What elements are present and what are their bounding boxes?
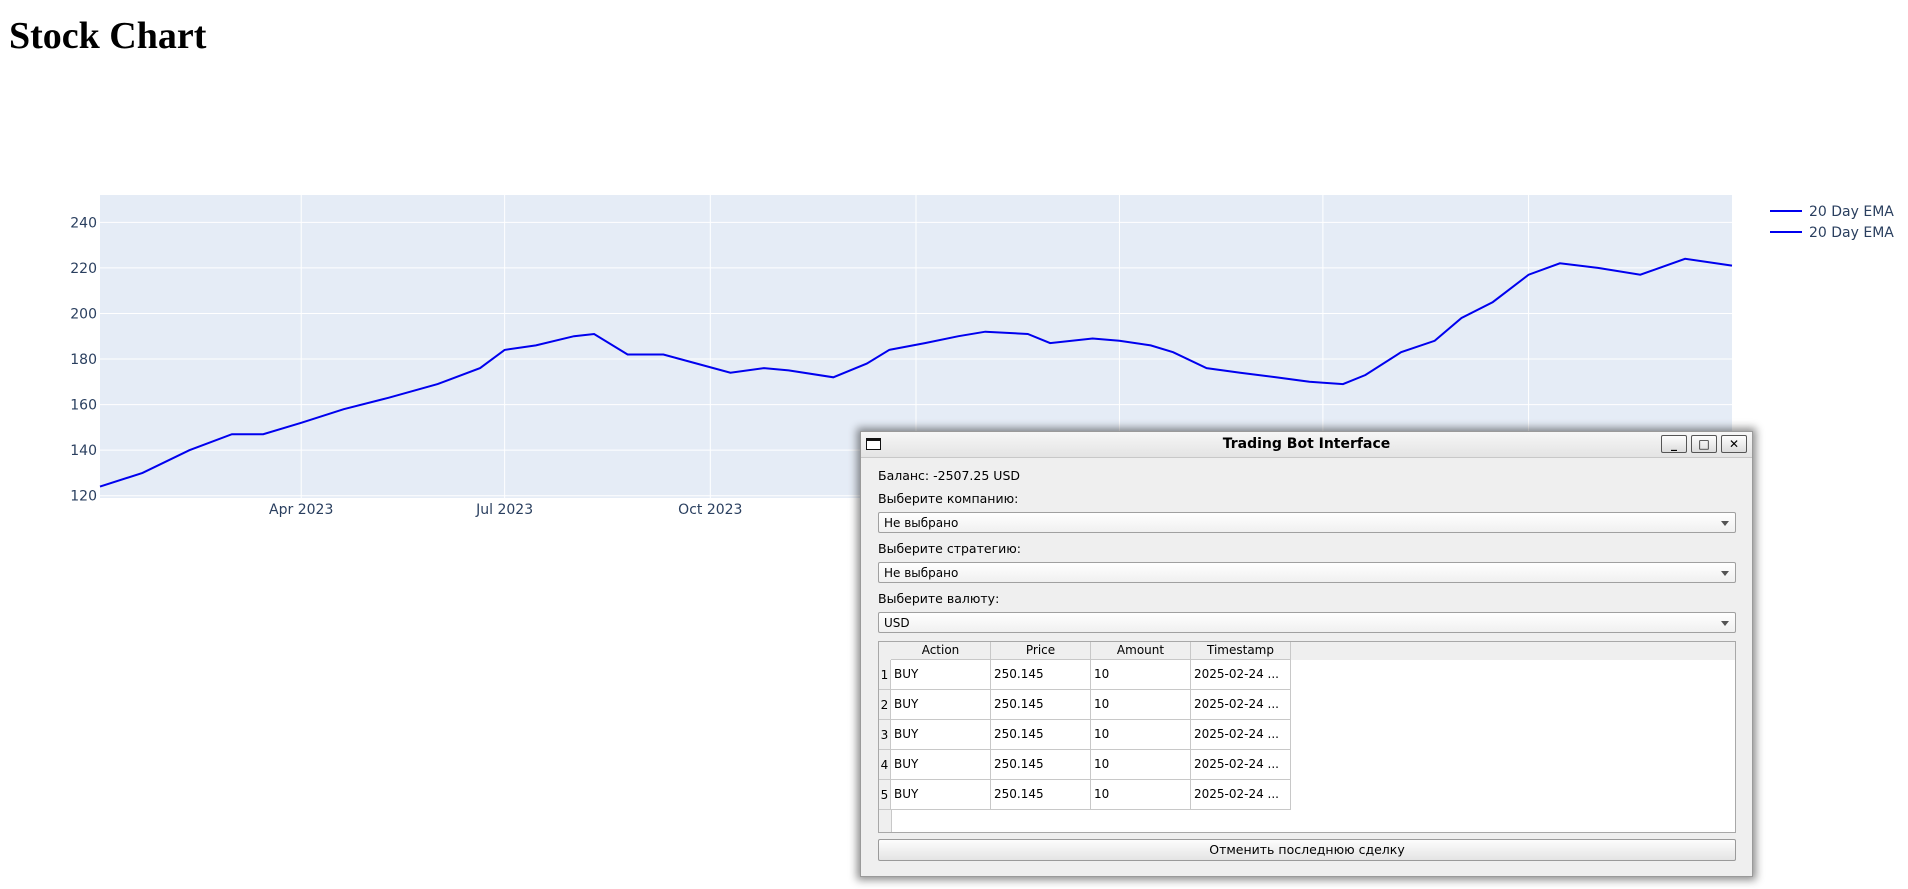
- y-tick-label: 200: [70, 306, 97, 322]
- vertical-header-filler: [879, 810, 892, 832]
- balance-label: Баланс: -2507.25 USD: [878, 468, 1020, 483]
- company-select-value: Не выбрано: [884, 516, 959, 530]
- row-index[interactable]: 1: [879, 660, 891, 690]
- cell-timestamp[interactable]: 2025-02-24 ...: [1191, 690, 1291, 720]
- chevron-down-icon: [1721, 521, 1729, 526]
- x-tick-label: Jul 2023: [475, 502, 533, 518]
- cell-price[interactable]: 250.145: [991, 780, 1091, 810]
- y-tick-label: 140: [70, 443, 97, 459]
- chart-legend[interactable]: 20 Day EMA 20 Day EMA: [1770, 204, 1894, 241]
- column-header-price[interactable]: Price: [991, 642, 1091, 660]
- trades-table[interactable]: Action Price Amount Timestamp 1 BUY 250.…: [878, 641, 1736, 833]
- chevron-down-icon: [1721, 621, 1729, 626]
- legend-item[interactable]: 20 Day EMA: [1770, 225, 1894, 241]
- legend-label: 20 Day EMA: [1809, 204, 1894, 220]
- y-tick-label: 120: [70, 489, 97, 505]
- window-titlebar[interactable]: Trading Bot Interface _ □ ✕: [861, 432, 1752, 458]
- row-index[interactable]: 3: [879, 720, 891, 750]
- cell-amount[interactable]: 10: [1091, 750, 1191, 780]
- cell-price[interactable]: 250.145: [991, 720, 1091, 750]
- cell-action[interactable]: BUY: [891, 660, 991, 690]
- company-label: Выберите компанию:: [878, 491, 1019, 506]
- trading-bot-window[interactable]: Trading Bot Interface _ □ ✕ Баланс: -250…: [860, 431, 1753, 877]
- cell-action[interactable]: BUY: [891, 780, 991, 810]
- minimize-button[interactable]: _: [1661, 435, 1687, 453]
- cell-amount[interactable]: 10: [1091, 660, 1191, 690]
- y-tick-label: 240: [70, 215, 97, 231]
- cell-amount[interactable]: 10: [1091, 720, 1191, 750]
- strategy-label: Выберите стратегию:: [878, 541, 1021, 556]
- maximize-button[interactable]: □: [1691, 435, 1717, 453]
- cancel-last-trade-button[interactable]: Отменить последнюю сделку: [878, 839, 1736, 861]
- window-title: Trading Bot Interface: [1222, 436, 1391, 452]
- currency-select-value: USD: [884, 616, 910, 630]
- y-tick-label: 220: [70, 261, 97, 277]
- y-tick-label: 160: [70, 398, 97, 414]
- table-header: Action Price Amount Timestamp: [879, 642, 1735, 660]
- company-select[interactable]: Не выбрано: [878, 512, 1736, 533]
- window-content: Баланс: -2507.25 USD Выберите компанию: …: [866, 459, 1747, 871]
- column-header-amount[interactable]: Amount: [1091, 642, 1191, 660]
- column-header-timestamp[interactable]: Timestamp: [1191, 642, 1291, 660]
- row-index[interactable]: 4: [879, 750, 891, 780]
- legend-label: 20 Day EMA: [1809, 225, 1894, 241]
- cell-amount[interactable]: 10: [1091, 780, 1191, 810]
- cell-amount[interactable]: 10: [1091, 690, 1191, 720]
- cell-action[interactable]: BUY: [891, 720, 991, 750]
- chevron-down-icon: [1721, 571, 1729, 576]
- x-tick-label: Apr 2023: [269, 502, 333, 518]
- cell-price[interactable]: 250.145: [991, 690, 1091, 720]
- row-index[interactable]: 5: [879, 780, 891, 810]
- cell-timestamp[interactable]: 2025-02-24 ...: [1191, 660, 1291, 690]
- y-tick-label: 180: [70, 352, 97, 368]
- cell-price[interactable]: 250.145: [991, 660, 1091, 690]
- row-index[interactable]: 2: [879, 690, 891, 720]
- cell-timestamp[interactable]: 2025-02-24 ...: [1191, 750, 1291, 780]
- cell-action[interactable]: BUY: [891, 690, 991, 720]
- cell-timestamp[interactable]: 2025-02-24 ...: [1191, 780, 1291, 810]
- column-header-action[interactable]: Action: [891, 642, 991, 660]
- strategy-select-value: Не выбрано: [884, 566, 959, 580]
- x-axis-ticks: Apr 2023 Jul 2023 Oct 2023: [269, 502, 742, 518]
- cell-action[interactable]: BUY: [891, 750, 991, 780]
- x-tick-label: Oct 2023: [678, 502, 742, 518]
- y-axis-ticks: 120 140 160 180 200 220 240: [70, 215, 97, 504]
- legend-item[interactable]: 20 Day EMA: [1770, 204, 1894, 220]
- currency-select[interactable]: USD: [878, 612, 1736, 633]
- cell-price[interactable]: 250.145: [991, 750, 1091, 780]
- currency-label: Выберите валюту:: [878, 591, 1000, 606]
- strategy-select[interactable]: Не выбрано: [878, 562, 1736, 583]
- cell-timestamp[interactable]: 2025-02-24 ...: [1191, 720, 1291, 750]
- close-button[interactable]: ✕: [1721, 435, 1747, 453]
